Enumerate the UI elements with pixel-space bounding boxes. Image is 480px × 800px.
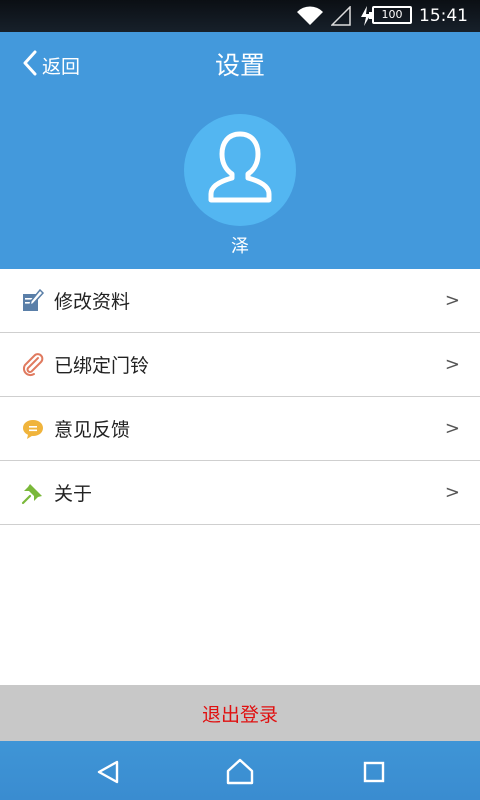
battery-icon: 100	[369, 6, 412, 24]
pin-icon	[21, 481, 45, 505]
settings-menu: 修改资料 > 已绑定门铃 > 意见反馈 > 关于 >	[0, 269, 480, 525]
menu-item-feedback[interactable]: 意见反馈 >	[0, 397, 480, 461]
wifi-icon	[296, 6, 324, 30]
chevron-right-icon: >	[444, 482, 460, 503]
paperclip-icon	[21, 353, 45, 377]
menu-item-bound-doorbell[interactable]: 已绑定门铃 >	[0, 333, 480, 397]
menu-item-label: 修改资料	[54, 291, 131, 313]
chevron-right-icon: >	[444, 290, 460, 311]
page-title: 设置	[214, 51, 265, 80]
profile-header: 返回 设置 泽	[0, 32, 480, 269]
menu-item-label: 意见反馈	[54, 419, 131, 441]
avatar[interactable]	[184, 114, 296, 226]
system-nav-bar	[0, 741, 480, 800]
menu-item-label: 关于	[54, 483, 93, 505]
chevron-right-icon: >	[444, 418, 460, 439]
recent-apps-icon[interactable]	[359, 757, 389, 787]
menu-item-edit-profile[interactable]: 修改资料 >	[0, 269, 480, 333]
status-bar: 100 15:41	[0, 0, 480, 32]
edit-icon	[21, 288, 45, 313]
user-silhouette-icon	[205, 128, 275, 212]
chevron-right-icon: >	[444, 354, 460, 375]
back-icon[interactable]	[93, 757, 123, 787]
menu-item-about[interactable]: 关于 >	[0, 461, 480, 525]
menu-item-label: 已绑定门铃	[54, 355, 150, 377]
clock: 15:41	[419, 6, 468, 26]
username: 泽	[231, 236, 249, 257]
home-icon[interactable]	[225, 757, 255, 787]
chat-bubble-icon	[21, 417, 45, 441]
signal-icon	[330, 5, 351, 30]
logout-button[interactable]: 退出登录	[0, 685, 480, 741]
